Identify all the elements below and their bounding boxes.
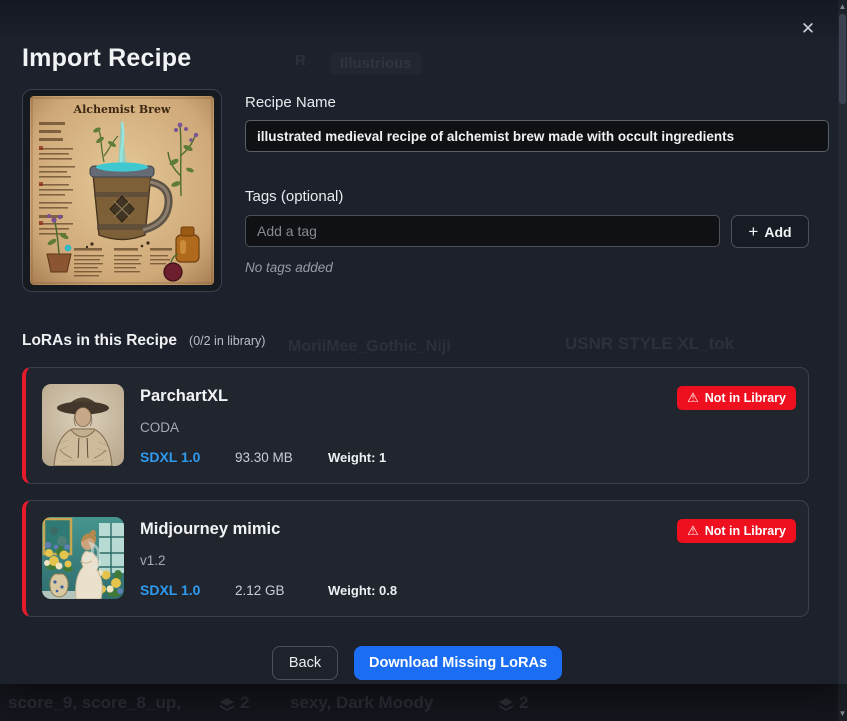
lora-card: Midjourney mimic ⚠ Not in Library v1.2 S… bbox=[22, 500, 809, 617]
lora-meta-row: SDXL 1.0 2.12 GB Weight: 0.8 bbox=[140, 582, 397, 598]
background-base-badge: Illustrious bbox=[330, 52, 422, 75]
download-missing-loras-button[interactable]: Download Missing LoRAs bbox=[354, 646, 562, 680]
add-tag-button[interactable]: + Add bbox=[731, 215, 809, 248]
scrollbar-thumb[interactable] bbox=[839, 14, 846, 104]
background-layer-count: 2 bbox=[519, 693, 528, 713]
lora-name: Midjourney mimic bbox=[140, 520, 280, 539]
base-model-label: SDXL 1.0 bbox=[140, 582, 235, 598]
warning-icon: ⚠ bbox=[687, 392, 699, 405]
tag-input[interactable] bbox=[245, 215, 720, 247]
loras-section-title: LoRAs in this Recipe bbox=[22, 332, 177, 350]
loras-section-header: LoRAs in this Recipe (0/2 in library) bbox=[22, 332, 265, 350]
scroll-down-icon[interactable]: ▼ bbox=[838, 707, 847, 721]
weight-label: Weight: 1 bbox=[328, 450, 386, 465]
lora-thumbnail bbox=[42, 384, 124, 466]
weight-label: Weight: 0.8 bbox=[328, 583, 397, 598]
midjourney-mimic-thumbnail-art bbox=[42, 517, 124, 599]
lora-thumbnail bbox=[42, 517, 124, 599]
background-prompt-text: score_9, score_8_up, bbox=[8, 693, 181, 713]
warning-icon: ⚠ bbox=[687, 525, 699, 538]
badge-label: Not in Library bbox=[705, 391, 786, 405]
lora-version: v1.2 bbox=[140, 553, 166, 568]
illustration-title-text: Alchemist Brew bbox=[73, 103, 171, 116]
back-button[interactable]: Back bbox=[272, 646, 338, 680]
recipe-name-label: Recipe Name bbox=[245, 94, 336, 111]
loras-library-count: (0/2 in library) bbox=[189, 334, 265, 348]
lora-version: CODA bbox=[140, 420, 179, 435]
not-in-library-badge: ⚠ Not in Library bbox=[677, 386, 796, 410]
lora-meta-row: SDXL 1.0 93.30 MB Weight: 1 bbox=[140, 449, 386, 465]
lora-card: ParchartXL ⚠ Not in Library CODA SDXL 1.… bbox=[22, 367, 809, 484]
close-icon[interactable]: ✕ bbox=[797, 18, 819, 40]
add-tag-label: Add bbox=[764, 224, 791, 240]
scroll-up-icon[interactable]: ▲ bbox=[838, 0, 847, 14]
tags-label: Tags (optional) bbox=[245, 188, 343, 205]
file-size-label: 93.30 MB bbox=[235, 450, 328, 465]
background-card-title: MoriiMee_Gothic_Niji bbox=[288, 338, 451, 356]
import-recipe-modal: R Illustrious MoriiMee_Gothic_Niji USNR … bbox=[0, 0, 847, 684]
parchartxl-thumbnail-art bbox=[42, 384, 124, 466]
background-prompt-text: sexy, Dark Moody bbox=[290, 693, 433, 713]
no-tags-text: No tags added bbox=[245, 260, 333, 275]
background-bottom-row: score_9, score_8_up, 2 sexy, Dark Moody … bbox=[0, 693, 847, 719]
alchemist-brew-illustration: Alchemist Brew bbox=[30, 96, 214, 285]
plus-icon: + bbox=[748, 223, 758, 240]
file-size-label: 2.12 GB bbox=[235, 583, 328, 598]
modal-title: Import Recipe bbox=[22, 44, 191, 73]
lora-name: ParchartXL bbox=[140, 387, 228, 406]
vertical-scrollbar[interactable]: ▲ ▼ bbox=[838, 0, 847, 721]
badge-label: Not in Library bbox=[705, 524, 786, 538]
recipe-name-input[interactable] bbox=[245, 120, 829, 152]
recipe-preview-image: Alchemist Brew bbox=[22, 89, 222, 292]
layers-icon bbox=[497, 696, 515, 714]
layers-icon bbox=[218, 696, 236, 714]
background-model-badge: R bbox=[295, 52, 306, 69]
background-layer-count: 2 bbox=[240, 693, 249, 713]
base-model-label: SDXL 1.0 bbox=[140, 449, 235, 465]
not-in-library-badge: ⚠ Not in Library bbox=[677, 519, 796, 543]
background-card-title: USNR STYLE XL_tok bbox=[565, 334, 734, 354]
